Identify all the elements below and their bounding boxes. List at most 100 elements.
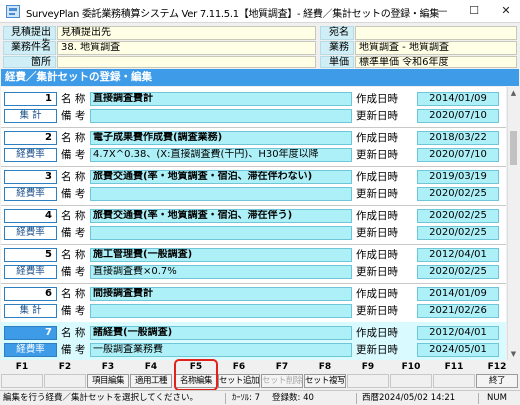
minimize-button[interactable]: — bbox=[426, 0, 458, 22]
record-type[interactable]: 経費率 bbox=[4, 343, 57, 357]
remarks-label: 備 考 bbox=[61, 305, 86, 317]
record-row[interactable]: 6 集 計 名 称 間接調査費計 備 考 作成日時 2014/01/09 更新日… bbox=[1, 283, 506, 323]
remarks-label: 備 考 bbox=[61, 149, 86, 161]
created-label: 作成日時 bbox=[356, 132, 398, 144]
estimate-field[interactable]: 見積提出先 bbox=[57, 26, 316, 40]
location-field[interactable] bbox=[57, 56, 316, 68]
business-label: 業務 bbox=[320, 41, 354, 55]
remarks-label: 備 考 bbox=[61, 188, 86, 200]
created-label: 作成日時 bbox=[356, 171, 398, 183]
created-date: 2019/03/19 bbox=[417, 170, 499, 184]
maximize-button[interactable]: ☐ bbox=[458, 0, 490, 22]
record-row[interactable]: 5 経費率 名 称 施工管理費(一般調査) 備 考 直接調査費×0.7% 作成日… bbox=[1, 244, 506, 284]
record-number[interactable]: 3 bbox=[4, 170, 57, 184]
record-number[interactable]: 6 bbox=[4, 287, 57, 301]
set-delete-button[interactable]: セット削除 bbox=[261, 374, 303, 388]
name-label: 名 称 bbox=[61, 210, 86, 222]
remarks-label: 備 考 bbox=[61, 110, 86, 122]
name-label: 名 称 bbox=[61, 171, 86, 183]
record-number[interactable]: 2 bbox=[4, 131, 57, 145]
record-remarks-field[interactable] bbox=[90, 109, 352, 123]
record-row[interactable]: 2 経費率 名 称 電子成果費作成費(調査業務) 備 考 4.7X^0.38、(… bbox=[1, 127, 506, 167]
record-name-field[interactable]: 旅費交通費(率・地質調査・宿泊、滞在伴わない) bbox=[90, 170, 352, 184]
updated-date: 2021/02/26 bbox=[417, 304, 499, 318]
estimate-label: 見積提出先 bbox=[3, 26, 56, 50]
scroll-down-icon[interactable]: ▼ bbox=[508, 348, 519, 360]
updated-date: 2020/07/10 bbox=[417, 109, 499, 123]
set-copy-button[interactable]: セット複写 bbox=[304, 374, 346, 388]
project-field[interactable]: 38. 地質調査 bbox=[57, 41, 316, 55]
record-remarks-field[interactable] bbox=[90, 187, 352, 201]
fkey-f11-button[interactable] bbox=[433, 374, 475, 388]
record-name-field[interactable]: 間接調査費計 bbox=[90, 287, 352, 301]
record-type[interactable]: 集 計 bbox=[4, 304, 57, 318]
record-row-selected[interactable]: 7 経費率 名 称 諸経費(一般調査) 備 考 一般調査業務費 作成日時 201… bbox=[1, 322, 506, 360]
unit-label: 単価 bbox=[320, 56, 354, 68]
updated-label: 更新日時 bbox=[356, 344, 398, 356]
fkey-f1-button[interactable] bbox=[1, 374, 43, 388]
title-bar: SurveyPlan 委託業務積算システム Ver 7.11.5.1【地質調査】… bbox=[0, 0, 520, 23]
vertical-scrollbar[interactable]: ▲ ▼ bbox=[507, 87, 519, 360]
updated-date: 2020/02/25 bbox=[417, 265, 499, 279]
apply-work-type-button[interactable]: 適用工種 bbox=[130, 374, 172, 388]
window-title: SurveyPlan 委託業務積算システム Ver 7.11.5.1【地質調査】… bbox=[26, 9, 439, 20]
remarks-label: 備 考 bbox=[61, 266, 86, 278]
created-label: 作成日時 bbox=[356, 249, 398, 261]
record-number[interactable]: 7 bbox=[4, 326, 57, 340]
set-add-button[interactable]: セット追加 bbox=[218, 374, 260, 388]
record-remarks-field[interactable]: 一般調査業務費 bbox=[90, 343, 352, 357]
name-label: 名 称 bbox=[61, 249, 86, 261]
close-button[interactable]: ✕ bbox=[490, 0, 520, 22]
project-label: 業務件名 bbox=[3, 41, 56, 55]
updated-label: 更新日時 bbox=[356, 305, 398, 317]
business-field[interactable]: 地質調査 - 地質調査 bbox=[355, 41, 517, 55]
record-number[interactable]: 1 bbox=[4, 92, 57, 106]
created-date: 2012/04/01 bbox=[417, 326, 499, 340]
location-label: 箇所 bbox=[3, 56, 56, 68]
record-remarks-field[interactable]: 直接調査費×0.7% bbox=[90, 265, 352, 279]
addressee-field[interactable] bbox=[355, 26, 517, 40]
record-number[interactable]: 4 bbox=[4, 209, 57, 223]
record-name-field[interactable]: 諸経費(一般調査) bbox=[90, 326, 352, 340]
record-type[interactable]: 経費率 bbox=[4, 265, 57, 279]
fkey-f10-button[interactable] bbox=[390, 374, 432, 388]
record-type[interactable]: 経費率 bbox=[4, 148, 57, 162]
fkey-f2-button[interactable] bbox=[44, 374, 86, 388]
record-remarks-field[interactable] bbox=[90, 226, 352, 240]
record-name-field[interactable]: 施工管理費(一般調査) bbox=[90, 248, 352, 262]
unit-field[interactable]: 標準単価 令和6年度 bbox=[355, 56, 517, 68]
fkey-f7-number: F7 bbox=[275, 362, 289, 372]
exit-button[interactable]: 終了 bbox=[476, 374, 518, 388]
fkey-f9-button[interactable] bbox=[347, 374, 389, 388]
record-row[interactable]: 3 経費率 名 称 旅費交通費(率・地質調査・宿泊、滞在伴わない) 備 考 作成… bbox=[1, 166, 506, 206]
fkey-f8-number: F8 bbox=[318, 362, 332, 372]
name-label: 名 称 bbox=[61, 327, 86, 339]
record-type[interactable]: 集 計 bbox=[4, 109, 57, 123]
fkey-f1-number: F1 bbox=[15, 362, 29, 372]
record-number[interactable]: 5 bbox=[4, 248, 57, 262]
record-row[interactable]: 4 経費率 名 称 旅費交通費(率・地質調査・宿泊、滞在伴う) 備 考 作成日時… bbox=[1, 205, 506, 245]
num-lock-indicator: NUM bbox=[487, 393, 507, 403]
status-message: 編集を行う経費／集計セットを選択してください。 bbox=[3, 393, 198, 403]
record-row[interactable]: 1 集 計 名 称 直接調査費計 備 考 作成日時 2014/01/09 更新日… bbox=[1, 88, 506, 128]
scroll-up-icon[interactable]: ▲ bbox=[508, 87, 519, 99]
fkey-f12-number: F12 bbox=[487, 362, 507, 372]
scroll-thumb[interactable] bbox=[510, 131, 517, 165]
fkey-f6-number: F6 bbox=[232, 362, 246, 372]
record-name-field[interactable]: 旅費交通費(率・地質調査・宿泊、滞在伴う) bbox=[90, 209, 352, 223]
record-name-field[interactable]: 電子成果費作成費(調査業務) bbox=[90, 131, 352, 145]
item-edit-button[interactable]: 項目編集 bbox=[87, 374, 129, 388]
record-type[interactable]: 経費率 bbox=[4, 226, 57, 240]
created-date: 2014/01/09 bbox=[417, 287, 499, 301]
app-icon bbox=[6, 5, 20, 18]
function-key-numbers: F1 F2 F3 F4 F5 F6 F7 F8 F9 F10 F11 F12 bbox=[0, 362, 520, 373]
updated-label: 更新日時 bbox=[356, 149, 398, 161]
record-remarks-field[interactable]: 4.7X^0.38、(X:直接調査費(千円)、H30年度以降 bbox=[90, 148, 352, 162]
record-remarks-field[interactable] bbox=[90, 304, 352, 318]
updated-label: 更新日時 bbox=[356, 188, 398, 200]
record-name-field[interactable]: 直接調査費計 bbox=[90, 92, 352, 106]
updated-date: 2020/07/10 bbox=[417, 148, 499, 162]
cursor-position: ｶｰｿﾙ: 7 bbox=[232, 393, 260, 403]
record-type[interactable]: 経費率 bbox=[4, 187, 57, 201]
section-title-bar: 経費／集計セットの登録・編集 bbox=[1, 69, 519, 86]
